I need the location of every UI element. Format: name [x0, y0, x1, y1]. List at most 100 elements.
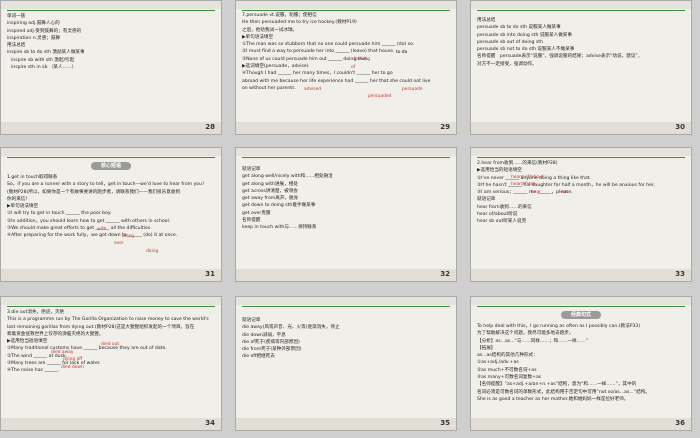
answer-text: persuade	[402, 87, 423, 92]
text-line: 用法总结	[477, 18, 496, 23]
text-line: ②If he hasn't ______ his daughter for ha…	[477, 182, 655, 188]
text-line: persuade sb into doing sth 说服某人做某事	[477, 32, 572, 38]
text-line: 3.die out消失，绝迹，灭绝	[7, 310, 65, 315]
text-line: 之后，他劝我试一试冰球。	[242, 27, 298, 33]
slide-thumbnail-32[interactable]: 就语记单 get along well/nicely with和……相处融洽 g…	[235, 147, 457, 282]
text-line: inspiring adj.鼓舞人心的	[7, 21, 60, 27]
slide-content: 就语记单 die away(风或声音、光、火等)逐渐消失，停止 die down…	[242, 317, 450, 416]
text-line: persuade sb not to do sth 说服某人不做某事	[477, 47, 575, 53]
slide-thumbnail-35[interactable]: 就语记单 die away(风或声音、光、火等)逐渐消失，停止 die down…	[235, 296, 457, 431]
slide-footer	[1, 122, 221, 134]
slide-content: 单词一族 inspiring adj.鼓舞人心的 inspired adj.受到…	[7, 13, 215, 120]
answer-text: persuaded	[368, 94, 392, 99]
slide-number: 32	[440, 270, 450, 278]
text-line: get along with进展，相处	[242, 181, 298, 187]
text-line: ③Many trees are ______ for lack of water…	[7, 361, 101, 367]
text-line: die from死于(某种外部原因)	[242, 347, 302, 353]
answer-text: heard from	[511, 182, 536, 187]
text-line: inspiration n.灵感；鼓舞	[7, 35, 61, 41]
answer-text: over	[114, 241, 124, 246]
slide-thumbnail-36[interactable]: 经典句式 To help deal with this，I go running…	[470, 296, 692, 431]
text-line: 【分析】as...as...“与……同样……；和……一样……”	[477, 338, 589, 344]
text-line: persuade sb out of doing sth	[477, 39, 543, 45]
slide-footer	[236, 269, 456, 281]
text-line: 【拓展】	[477, 345, 496, 351]
text-line: ③We should make great efforts to get ___…	[7, 226, 152, 232]
text-line: ①as+adj./adv.+as	[477, 360, 519, 366]
text-line: ②as much+不可数名词+as	[477, 367, 537, 373]
slide-footer	[236, 418, 456, 430]
slide-footer	[236, 122, 456, 134]
text-line: She is as good a teacher as her mother.她…	[477, 396, 629, 402]
text-line: ③as many+可数名词复数+as	[477, 375, 542, 381]
section-badge: 经典句式	[561, 311, 601, 319]
green-divider	[477, 10, 685, 11]
text-line: hear from收到……的来信	[477, 204, 532, 210]
answer-text: hear	[531, 190, 541, 195]
slide-number: 28	[205, 123, 215, 131]
slide-thumbnail-28[interactable]: 单词一族 inspiring adj.鼓舞人心的 inspired adj.受到…	[0, 0, 222, 135]
answer-text: out	[561, 190, 569, 195]
text-line: 名师提醒	[242, 218, 261, 224]
text-line: 名词必须是可数名词的单数形式，此结构用于否定句中可用“not so/as...a…	[477, 389, 650, 395]
text-line: 就语记单	[242, 318, 261, 323]
slide-thumbnail-31[interactable]: 核心短语 1.get in touch取得联系 So，if you are a …	[0, 147, 222, 282]
text-line: 为了帮助解决这个问题，我尽可能多地去跑步。	[477, 331, 574, 337]
text-line: die off相继死去	[242, 354, 275, 360]
answer-text: died out	[101, 342, 120, 347]
slide-content: 经典句式 To help deal with this，I go running…	[477, 309, 685, 416]
slide-footer	[471, 122, 691, 134]
text-line: ③None of us could persuade him out _____…	[242, 56, 369, 62]
text-line: ③I am serious；______ me ______，please.	[477, 190, 573, 196]
slide-thumbnail-30[interactable]: 用法总结 persuade sb to do sth 说服某人做某事 persu…	[470, 0, 692, 135]
text-line: ▶单句语法填空	[7, 204, 39, 210]
green-divider	[242, 157, 450, 158]
answer-text: doing	[146, 249, 159, 254]
text-line: 用法总结	[7, 43, 26, 49]
answer-text: leaving	[354, 57, 370, 62]
answer-text: died away	[51, 350, 74, 355]
answer-text: to do	[396, 50, 408, 55]
answer-text: of	[351, 65, 356, 70]
section-badge: 核心短语	[91, 162, 131, 170]
text-line: 单词一族	[7, 14, 26, 19]
text-line: 就语记单	[477, 197, 496, 203]
text-line: ②In addition，you should learn how to get…	[7, 218, 171, 224]
slide-content: 就语记单 get along well/nicely with和……相处融洽 g…	[242, 166, 450, 267]
text-line: ①I will try to get in touch ______ the p…	[7, 211, 112, 217]
slide-content: 2.hear from收到……的来信(教材P28) ▶选用恰当的短语填空 ①I'…	[477, 160, 685, 267]
text-line: 7.persuade vt.说服，劝服；使相信	[242, 13, 317, 18]
answer-text: with	[97, 227, 107, 232]
slide-content: 3.die out消失，绝迹，灭绝 This is a programme ru…	[7, 309, 215, 416]
slide-content: 7.persuade vt.说服，劝服；使相信 He then persuade…	[242, 12, 450, 120]
answer-text: dying off	[63, 357, 83, 362]
slide-thumbnail-29[interactable]: 7.persuade vt.说服，劝服；使相信 He then persuade…	[235, 0, 457, 135]
slide-thumbnail-33[interactable]: 2.hear from收到……的来信(教材P28) ▶选用恰当的短语填空 ①I'…	[470, 147, 692, 282]
text-line: 2.hear from收到……的来信(教材P28)	[477, 161, 558, 166]
green-divider	[7, 10, 215, 11]
green-divider	[7, 306, 215, 307]
slide-number: 35	[440, 419, 450, 427]
text-line: ▶选词填空(persuade，advise)	[242, 64, 309, 70]
text-line: die of死于(疾病等内部原因)	[242, 339, 300, 345]
green-divider	[477, 306, 685, 307]
slide-number: 36	[675, 419, 685, 427]
text-line: 1.get in touch取得联系	[7, 175, 58, 180]
text-line: get along well/nicely with和……相处融洽	[242, 174, 333, 180]
text-line: (教材P28)所以，如果你是一个有故事要讲的跑步者，请联系我们——我们很乐意收到	[7, 189, 180, 195]
text-line: hear sb out听某人说完	[477, 219, 527, 225]
answer-text: died down	[61, 365, 84, 370]
text-line: ②I must find a way to persuade her into …	[242, 49, 395, 55]
text-line: This is a programme run by The Gorilla O…	[7, 317, 209, 323]
text-line: as...as结构的其他几种形式：	[477, 353, 538, 359]
text-line: get away from离开，脱身	[242, 196, 299, 202]
slide-number: 29	[440, 123, 450, 131]
text-line: 名师提醒 persuade表示“说服”，强调说服的结果；advise表示“劝说，…	[477, 54, 643, 60]
slide-content: 核心短语 1.get in touch取得联系 So，if you are a …	[7, 160, 215, 267]
text-line: ④After preparing for the work fully，we g…	[7, 233, 178, 239]
slide-thumbnail-34[interactable]: 3.die out消失，绝迹，灭绝 This is a programme ru…	[0, 296, 222, 431]
slide-footer	[1, 418, 221, 430]
green-divider	[242, 10, 450, 11]
green-divider	[477, 157, 685, 158]
text-line: To help deal with this，I go running as o…	[477, 324, 641, 329]
